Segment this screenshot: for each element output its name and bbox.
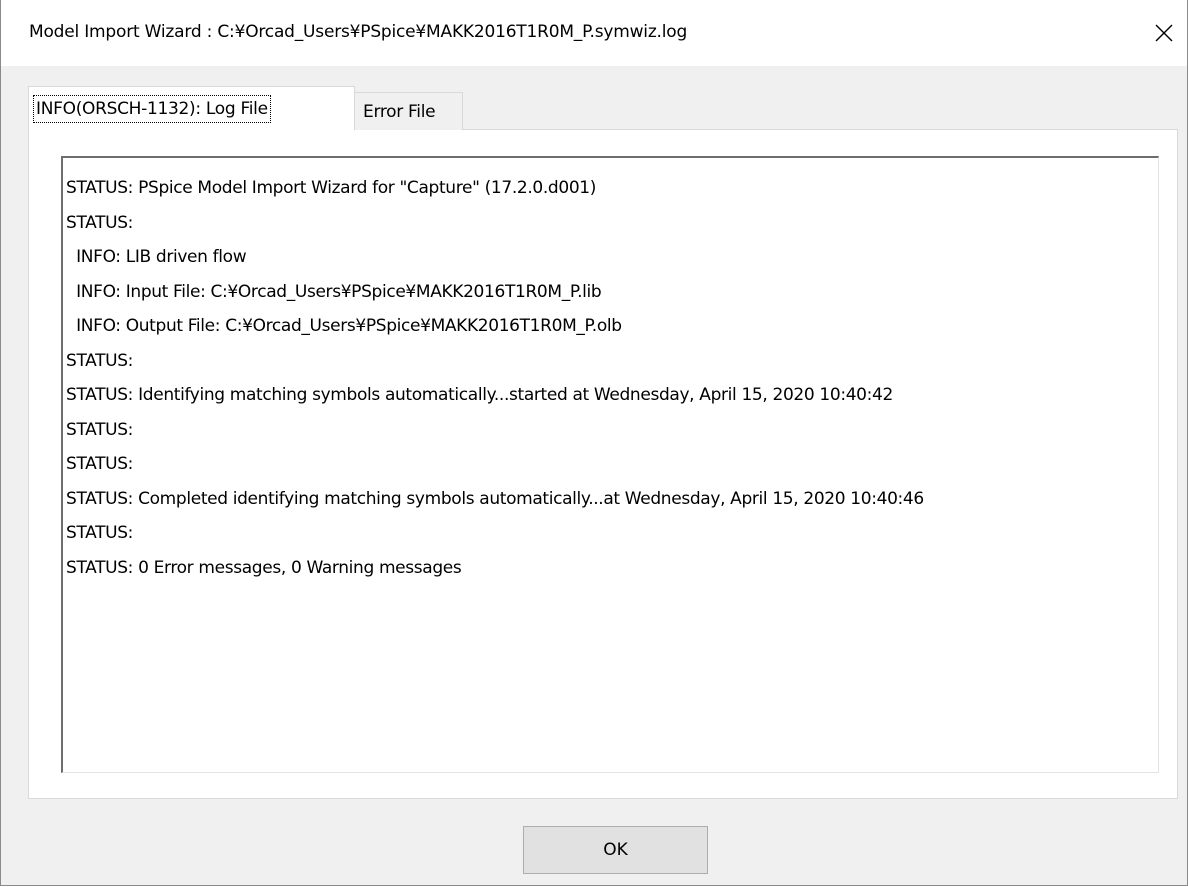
tab-log-file[interactable]: INFO(ORSCH-1132): Log File bbox=[28, 86, 355, 130]
log-line: STATUS: bbox=[66, 523, 134, 543]
log-line: STATUS: Completed identifying matching s… bbox=[66, 488, 924, 509]
model-import-wizard-dialog: Model Import Wizard : C:¥Orcad_Users¥PSp… bbox=[0, 0, 1188, 886]
title-bar: Model Import Wizard : C:¥Orcad_Users¥PSp… bbox=[1, 0, 1187, 66]
tab-error-file[interactable]: Error File bbox=[355, 92, 463, 130]
log-line: INFO: Output File: C:¥Orcad_Users¥PSpice… bbox=[66, 316, 622, 336]
log-line: STATUS: Identifying matching symbols aut… bbox=[66, 385, 893, 405]
log-line: STATUS: PSpice Model Import Wizard for "… bbox=[66, 178, 597, 198]
log-text-area[interactable]: STATUS: PSpice Model Import Wizard for "… bbox=[61, 156, 1159, 773]
log-line: STATUS: bbox=[66, 454, 134, 474]
window-title: Model Import Wizard : C:¥Orcad_Users¥PSp… bbox=[29, 22, 688, 42]
log-line: STATUS: bbox=[66, 350, 134, 371]
log-line: INFO: LIB driven flow bbox=[66, 247, 247, 267]
log-line: STATUS: bbox=[66, 212, 134, 233]
tab-label-log-file: INFO(ORSCH-1132): Log File bbox=[33, 94, 271, 123]
log-lines: STATUS: PSpice Model Import Wizard for "… bbox=[66, 171, 924, 585]
log-line: INFO: Input File: C:¥Orcad_Users¥PSpice¥… bbox=[66, 281, 602, 302]
tab-label-error-file: Error File bbox=[363, 101, 436, 122]
close-icon bbox=[1155, 24, 1173, 42]
ok-button[interactable]: OK bbox=[523, 826, 708, 874]
close-button[interactable] bbox=[1141, 0, 1187, 66]
log-line: STATUS: bbox=[66, 419, 134, 440]
log-line: STATUS: 0 Error messages, 0 Warning mess… bbox=[66, 557, 462, 578]
